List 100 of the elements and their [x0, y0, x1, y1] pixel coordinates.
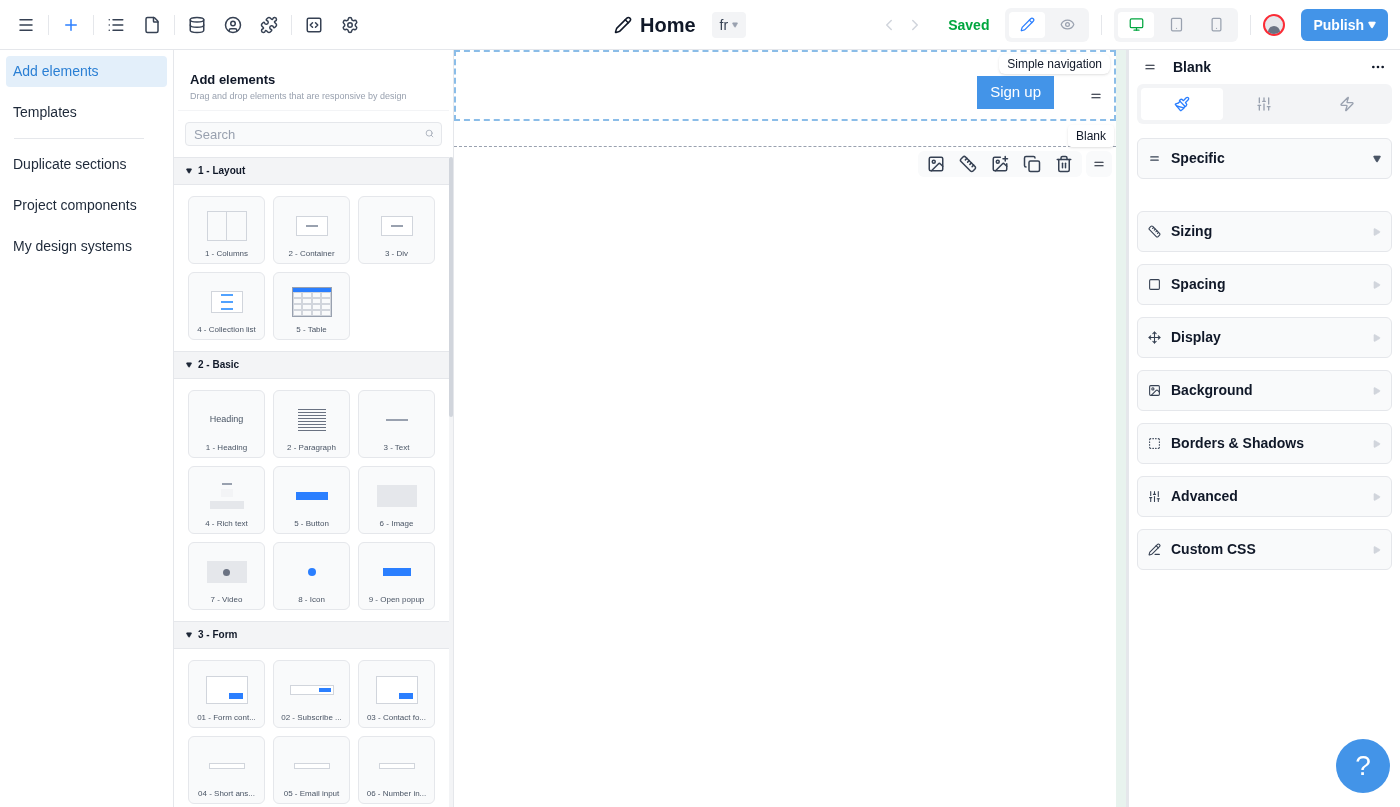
save-status: Saved — [948, 15, 990, 35]
property-section[interactable]: Custom CSS — [1137, 529, 1392, 570]
search-field[interactable]: Search — [185, 122, 442, 146]
element-label: 8 - Icon — [298, 593, 325, 606]
sidebar-item[interactable]: Add elements — [6, 56, 167, 87]
language-select[interactable]: fr — [711, 11, 747, 38]
element-card[interactable]: 7 - Video — [188, 541, 265, 610]
blank-section[interactable]: Blank — [454, 121, 1116, 147]
panel-title: Add elements — [190, 71, 277, 89]
element-label: 5 - Button — [294, 517, 329, 530]
pencil-icon — [1019, 17, 1035, 32]
caret-icon — [1373, 492, 1381, 501]
lightning-icon — [1338, 96, 1355, 112]
pencil-icon — [1148, 543, 1161, 556]
element-card[interactable]: 2 - Container — [273, 195, 350, 264]
element-label: 1 - Heading — [205, 441, 248, 454]
caret-icon — [1373, 154, 1381, 163]
sidebar-item[interactable]: Templates — [6, 97, 167, 128]
page-title: Home — [640, 12, 696, 38]
group-header[interactable]: 2 - Basic — [174, 350, 449, 379]
square-icon — [1148, 278, 1161, 291]
element-preview-drawing — [208, 763, 245, 769]
element-preview-drawing — [295, 492, 328, 500]
section-handle[interactable] — [1086, 151, 1112, 177]
group-header[interactable]: 3 - Form — [174, 620, 449, 649]
element-label: 1 - Columns — [204, 247, 249, 260]
scrollbar-thumb[interactable] — [449, 156, 453, 417]
element-label: 5 - Table — [296, 323, 327, 336]
property-section[interactable]: Sizing — [1137, 211, 1392, 252]
device-tab[interactable] — [1118, 11, 1155, 38]
inspector-title: Blank — [1173, 57, 1212, 77]
caret-icon — [1373, 227, 1381, 236]
element-preview-drawing — [210, 291, 243, 313]
element-label: 01 - Form cont... — [197, 711, 256, 724]
element-card[interactable]: 06 - Number in... — [358, 735, 435, 804]
element-card[interactable]: 2 - Paragraph — [273, 389, 350, 458]
property-section[interactable]: Specific — [1137, 138, 1392, 179]
phone-icon — [1208, 17, 1224, 32]
element-card[interactable]: 1 - Columns — [188, 195, 265, 264]
element-card[interactable]: 5 - Table — [273, 271, 350, 340]
element-card[interactable]: 4 - Rich text — [188, 465, 265, 534]
caret-icon — [1373, 280, 1381, 289]
sidebar-item[interactable]: Duplicate sections — [6, 149, 167, 180]
element-preview-drawing — [205, 676, 248, 704]
element-card[interactable]: 01 - Form cont... — [188, 659, 265, 728]
element-card[interactable]: 05 - Email input — [273, 735, 350, 804]
caret-icon — [1368, 20, 1376, 29]
element-preview-drawing — [209, 483, 244, 509]
element-card[interactable]: 8 - Icon — [273, 541, 350, 610]
element-label: 3 - Div — [384, 247, 409, 260]
caret-icon — [1373, 439, 1381, 448]
caret-icon — [186, 167, 192, 174]
sliders-icon — [1148, 490, 1161, 503]
element-card[interactable]: 9 - Open popup — [358, 541, 435, 610]
heading-preview: Heading — [209, 413, 244, 427]
element-label: 03 - Contact fo... — [366, 711, 427, 724]
element-label: 06 - Number in... — [366, 787, 427, 800]
element-card[interactable]: 5 - Button — [273, 465, 350, 534]
image-icon — [1148, 384, 1161, 397]
element-preview-drawing — [378, 763, 415, 769]
caret-icon — [1373, 386, 1381, 395]
element-preview-drawing — [297, 409, 326, 431]
element-card[interactable]: Heading 1 - Heading — [188, 389, 265, 458]
element-card[interactable]: 3 - Text — [358, 389, 435, 458]
element-preview-drawing — [307, 568, 316, 576]
property-section[interactable]: Advanced — [1137, 476, 1392, 517]
element-card[interactable]: 6 - Image — [358, 465, 435, 534]
element-preview-drawing — [380, 216, 413, 236]
monitor-icon — [1128, 17, 1144, 32]
caret-icon — [1373, 333, 1381, 342]
avatar[interactable] — [1263, 13, 1286, 36]
mode-tab[interactable] — [1009, 11, 1046, 38]
element-preview-drawing — [375, 676, 418, 704]
section-label: Blank — [1067, 125, 1114, 147]
eye-icon — [1059, 17, 1075, 32]
tablet-icon — [1168, 17, 1184, 32]
element-preview-drawing — [291, 287, 332, 317]
element-preview-drawing — [289, 685, 334, 695]
element-preview-drawing — [382, 568, 411, 576]
element-card[interactable]: 4 - Collection list — [188, 271, 265, 340]
element-card[interactable]: 04 - Short ans... — [188, 735, 265, 804]
sidebar-item[interactable]: My design systems — [6, 231, 167, 262]
property-section[interactable]: Borders & Shadows — [1137, 423, 1392, 464]
element-label: 4 - Collection list — [197, 323, 256, 336]
property-section[interactable]: Spacing — [1137, 264, 1392, 305]
element-card[interactable]: 3 - Div — [358, 195, 435, 264]
move-icon — [1148, 331, 1161, 344]
caret-icon — [186, 361, 192, 368]
element-label: 2 - Paragraph — [287, 441, 336, 454]
element-label: 3 - Text — [383, 441, 410, 454]
group-header[interactable]: 1 - Layout — [174, 156, 449, 185]
property-section[interactable]: Display — [1137, 317, 1392, 358]
element-card[interactable]: 03 - Contact fo... — [358, 659, 435, 728]
sidebar-item[interactable]: Project components — [6, 190, 167, 221]
property-section[interactable]: Background — [1137, 370, 1392, 411]
element-card[interactable]: 02 - Subscribe ... — [273, 659, 350, 728]
element-preview-drawing — [206, 211, 247, 241]
element-label: 7 - Video — [210, 593, 243, 606]
element-label: 6 - Image — [379, 517, 414, 530]
caret-icon — [186, 631, 192, 638]
